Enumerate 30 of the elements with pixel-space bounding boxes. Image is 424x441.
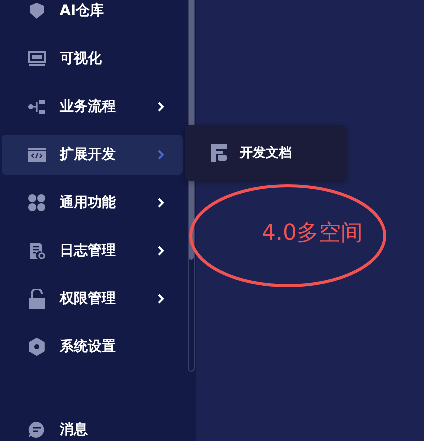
menu-item[interactable]: AI仓库 [2, 0, 183, 31]
lock-icon [28, 289, 46, 309]
menu-item[interactable]: 可视化 [2, 39, 183, 79]
shield-icon [28, 2, 46, 20]
menu-item[interactable]: 权限管理 [2, 279, 183, 319]
menu-label: AI仓库 [60, 2, 106, 20]
menu-item[interactable]: 日志管理 [2, 231, 183, 271]
submenu-label: 开发文档 [240, 144, 292, 162]
code-icon [28, 148, 46, 162]
document-icon [211, 144, 227, 162]
menu-item[interactable]: 系统设置 [2, 327, 183, 367]
document-gear-icon [28, 242, 46, 260]
settings-icon [28, 338, 46, 356]
menu-label: 通用功能 [60, 194, 117, 212]
menu-label: 扩展开发 [60, 146, 117, 164]
grid-icon [28, 194, 46, 212]
menu-label: 权限管理 [60, 290, 117, 308]
menu-label: 日志管理 [60, 242, 117, 260]
menu-item[interactable]: 通用功能 [2, 183, 183, 223]
menu-label: 可视化 [60, 50, 103, 68]
menu-item[interactable]: 消息 [2, 410, 191, 441]
menu-label: 系统设置 [60, 338, 117, 356]
menu-item[interactable]: 扩展开发 [2, 135, 183, 175]
annotation-text: 4.0多空间 [262, 220, 363, 248]
submenu-item[interactable]: 开发文档 [185, 133, 347, 173]
menu-label: 消息 [60, 421, 89, 439]
flow-icon [28, 99, 46, 115]
menu-label: 业务流程 [60, 98, 117, 116]
monitor-icon [28, 51, 46, 67]
menu-item[interactable]: 业务流程 [2, 87, 183, 127]
